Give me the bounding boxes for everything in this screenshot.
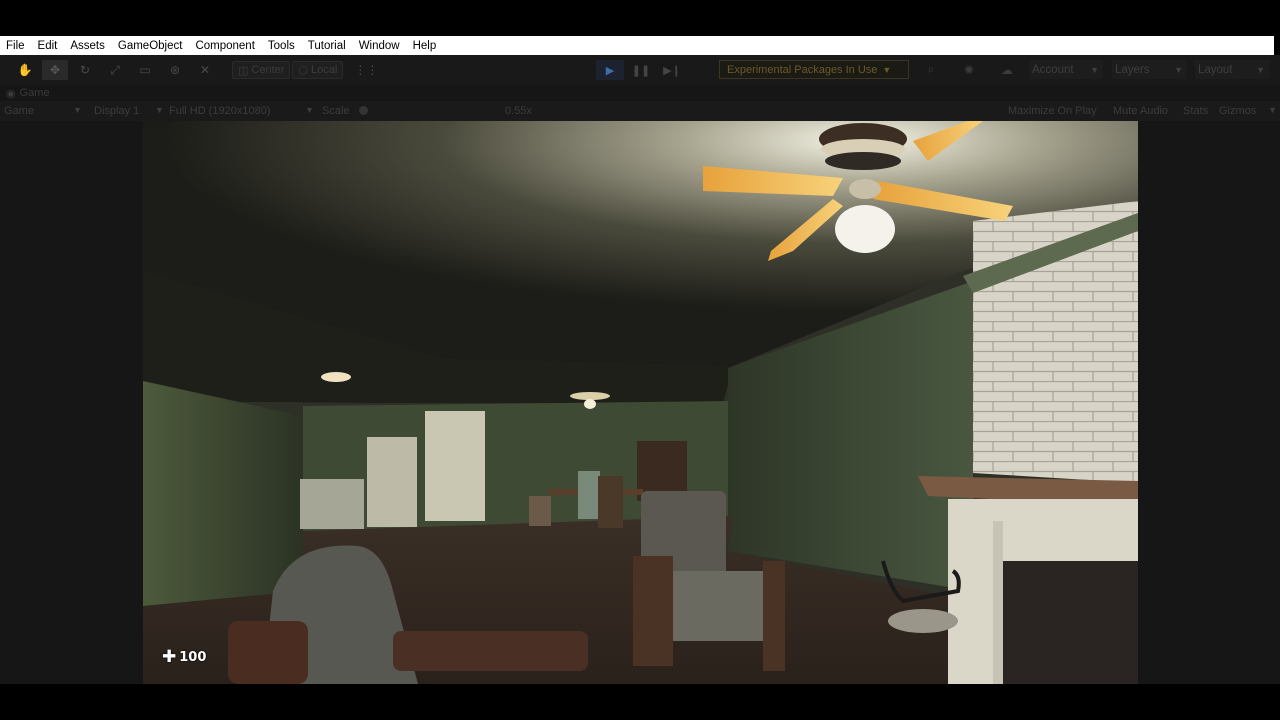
- cloud-icon[interactable]: ☁: [995, 60, 1019, 79]
- menu-file[interactable]: File: [6, 40, 25, 52]
- window-edge: [1274, 36, 1280, 55]
- menu-tools[interactable]: Tools: [268, 40, 295, 52]
- chevron-down-icon: ▼: [73, 105, 82, 115]
- chevron-down-icon: ▼: [305, 105, 314, 115]
- pivot-mode-label: Center: [251, 64, 285, 76]
- screen: File Edit Assets GameObject Component To…: [0, 0, 1280, 720]
- game-tab-bar: ◉ Game: [0, 85, 1280, 101]
- chevron-down-icon: ▼: [1090, 64, 1099, 75]
- plus-icon: ✚: [162, 647, 177, 667]
- game-view-options: Game ▼ Display 1 ▼ Full HD (1920x1080) ▼…: [0, 101, 1280, 121]
- game-viewport[interactable]: [143, 121, 1138, 684]
- layers-label: Layers: [1115, 63, 1150, 76]
- layout-dropdown[interactable]: Layout ▼: [1195, 60, 1269, 79]
- account-dropdown[interactable]: Account ▼: [1029, 60, 1103, 79]
- menu-tutorial[interactable]: Tutorial: [308, 40, 346, 52]
- collab-icon[interactable]: ✺: [957, 60, 981, 79]
- menu-component[interactable]: Component: [195, 40, 254, 52]
- menu-edit[interactable]: Edit: [38, 40, 58, 52]
- game-mode-dropdown[interactable]: Game: [4, 105, 34, 117]
- play-controls: ▶ ❚❚ ▶❙: [596, 60, 689, 80]
- layout-label: Layout: [1198, 63, 1233, 76]
- menu-bar: File Edit Assets GameObject Component To…: [0, 36, 1280, 55]
- mute-audio-toggle[interactable]: Mute Audio: [1113, 105, 1168, 117]
- menu-assets[interactable]: Assets: [70, 40, 105, 52]
- hand-tool-icon[interactable]: ✋: [12, 60, 38, 80]
- scale-value: 0.55x: [505, 105, 532, 117]
- health-hud: ✚ 100: [162, 649, 206, 666]
- display-dropdown[interactable]: Display 1: [94, 105, 139, 117]
- custom-tool-icon[interactable]: ✕: [192, 60, 218, 80]
- step-button[interactable]: ▶❙: [658, 60, 686, 80]
- account-label: Account: [1032, 63, 1074, 76]
- pivot-space-toggle[interactable]: ⬡ Local: [292, 61, 344, 79]
- gizmos-dropdown[interactable]: Gizmos: [1219, 105, 1256, 117]
- cube-icon: ⬡: [298, 64, 309, 77]
- pause-button[interactable]: ❚❚: [627, 60, 655, 80]
- tab-game[interactable]: Game: [20, 87, 50, 99]
- gamepad-icon: ◉: [6, 87, 16, 100]
- step-icon: ▶❙: [663, 64, 681, 77]
- menu-help[interactable]: Help: [413, 40, 437, 52]
- game-scene-render: [143, 121, 1138, 684]
- letterbox-top: [0, 0, 1280, 36]
- chevron-down-icon: ▼: [1256, 64, 1265, 75]
- transform-tool-icon[interactable]: ⊛: [162, 60, 188, 80]
- scale-slider-handle[interactable]: [359, 106, 368, 115]
- main-toolbar: ✋ ✥ ↻ ⤢ ▭ ⊛ ✕ ◫ Center ⬡ Local ⋮⋮ ▶ ❚❚ ▶…: [0, 55, 1280, 85]
- maximize-on-play-toggle[interactable]: Maximize On Play: [1008, 105, 1097, 117]
- health-value: 100: [179, 650, 207, 665]
- pivot-mode-toggle[interactable]: ◫ Center: [232, 61, 291, 79]
- search-icon[interactable]: ⌕: [919, 60, 943, 79]
- scale-label: Scale: [322, 105, 350, 117]
- scale-tool-icon[interactable]: ⤢: [102, 60, 128, 80]
- chevron-down-icon: ▼: [1174, 64, 1183, 75]
- grid-snap-icon[interactable]: ⋮⋮: [353, 60, 379, 80]
- move-tool-icon[interactable]: ✥: [42, 60, 68, 80]
- chevron-down-icon: ▼: [882, 64, 892, 75]
- rect-tool-icon[interactable]: ▭: [132, 60, 158, 80]
- letterbox-bottom: [0, 684, 1280, 720]
- pivot-space-label: Local: [311, 64, 338, 76]
- experimental-packages-label: Experimental Packages In Use: [727, 63, 878, 76]
- chevron-down-icon: ▼: [155, 105, 164, 115]
- stats-toggle[interactable]: Stats: [1183, 105, 1208, 117]
- pause-icon: ❚❚: [631, 64, 651, 77]
- resolution-dropdown[interactable]: Full HD (1920x1080): [169, 105, 271, 117]
- play-button[interactable]: ▶: [596, 60, 624, 80]
- experimental-packages-dropdown[interactable]: Experimental Packages In Use ▼: [719, 60, 909, 79]
- pivot-icon: ◫: [238, 64, 249, 77]
- play-icon: ▶: [605, 64, 615, 77]
- rotate-tool-icon[interactable]: ↻: [72, 60, 98, 80]
- menu-window[interactable]: Window: [359, 40, 400, 52]
- chevron-down-icon: ▼: [1268, 105, 1277, 115]
- menu-gameobject[interactable]: GameObject: [118, 40, 183, 52]
- layers-dropdown[interactable]: Layers ▼: [1112, 60, 1187, 79]
